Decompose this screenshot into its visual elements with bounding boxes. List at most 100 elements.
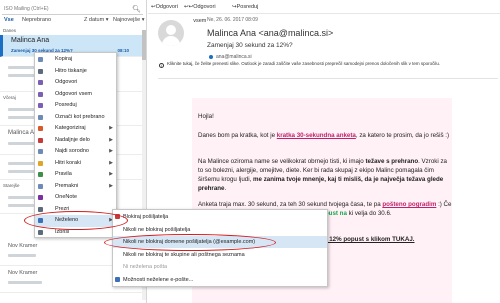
find-icon	[38, 149, 43, 154]
context-menu-item-label: Najdi sorodno	[55, 148, 89, 154]
junk-submenu-item-label: Ni neželena pošta	[123, 264, 168, 270]
context-menu-item-label: Pravila	[55, 171, 72, 177]
filter-unread[interactable]: Neprebrano	[22, 15, 51, 26]
search-icon[interactable]: 🔍︎	[132, 4, 141, 15]
context-menu-item[interactable]: Kopiraj	[35, 54, 116, 66]
context-menu-item-label: Hitri koraki	[55, 159, 81, 166]
junk-submenu-item[interactable]: Nikoli ne blokiraj domene pošiljatelja (…	[113, 236, 327, 248]
info-icon: i	[159, 63, 164, 68]
context-menu-item[interactable]: OneNote	[35, 192, 116, 204]
junk-submenu: Blokiraj pošiljatelja Nikoli ne blokiraj …	[112, 209, 328, 287]
submenu-arrow-icon: ▶	[109, 148, 113, 154]
context-menu-item-label: Neželeno	[55, 217, 79, 223]
message-placeholder-line	[8, 204, 34, 207]
reply-all-icon	[38, 91, 43, 97]
message-placeholder-line	[8, 281, 42, 284]
body-greeting: Hojla!	[198, 113, 214, 120]
reward-link[interactable]: pošteno pogradim	[382, 201, 436, 208]
context-menu-item[interactable]: Označi kot prebrano	[35, 112, 116, 124]
message-from[interactable]: Malinca Ana <ana@malinca.si>	[207, 28, 333, 38]
context-menu-item[interactable]: Hitri koraki ▶	[35, 158, 116, 170]
context-menu-item-label: Nadaljnje delo	[55, 136, 90, 143]
header-divider	[158, 78, 498, 79]
group-header-yesterday: Včeraj	[3, 95, 16, 100]
context-menu-item-label: Kategoriziraj	[55, 125, 86, 131]
context-menu-item[interactable]: Najdi sorodno ▶	[35, 146, 116, 158]
context-menu-item-label: Odgovori	[55, 79, 78, 85]
block-sender-icon	[115, 214, 120, 219]
reply-button[interactable]: ↩ Odgovori	[151, 0, 178, 14]
context-menu-item[interactable]: Pravila ▶	[35, 169, 116, 181]
junk-submenu-item[interactable]: Nikoli ne blokiraj pošiljatelja	[113, 224, 327, 236]
context-menu-item[interactable]: Nadaljnje delo ▶	[35, 135, 116, 147]
junk-options-icon	[115, 276, 120, 282]
junk-submenu-item-label: Možnosti neželene e-pošte...	[123, 276, 194, 283]
flag-icon	[38, 137, 43, 143]
group-header-today: Danes	[3, 28, 17, 33]
discount-link[interactable]: bi 12% popust s klikom TUKAJ.	[322, 235, 452, 244]
context-menu-item[interactable]: Posreduj	[35, 100, 116, 112]
message-subject-header: Zamenjaj 30 sekund za 12%?	[207, 42, 293, 49]
submenu-arrow-icon: ▶	[109, 171, 113, 177]
message-to[interactable]: ana@malinca.si	[216, 54, 252, 60]
delete-icon	[38, 229, 43, 235]
context-menu-item[interactable]: Premakni ▶	[35, 181, 116, 193]
context-menu-item-label: Premakni	[55, 182, 79, 189]
submenu-arrow-icon: ▶	[109, 136, 113, 143]
context-menu-item[interactable]: Izbriši	[35, 227, 116, 239]
download-images-infobar[interactable]: i Kliknite tukaj, če želite prenesti sli…	[158, 61, 498, 74]
context-menu-item-label: Kopiraj	[55, 56, 73, 62]
print-icon	[38, 68, 43, 74]
junk-submenu-item[interactable]: Blokiraj pošiljatelja	[113, 211, 327, 223]
context-menu-item-label: Odgovori vsem	[55, 90, 92, 97]
search-placeholder: ISO Mailing (Ctrl+E)	[4, 6, 49, 12]
submenu-arrow-icon: ▶	[109, 125, 113, 131]
submenu-arrow-icon: ▶	[109, 182, 113, 189]
move-icon	[38, 183, 43, 189]
filter-all[interactable]: Vse	[4, 15, 14, 26]
context-menu-item[interactable]: Kategoriziraj ▶	[35, 123, 116, 135]
mark-read-icon	[38, 114, 43, 120]
reply-all-button[interactable]: ↩↩ Odgovori vsem	[184, 0, 216, 24]
submenu-arrow-icon: ▶	[109, 159, 113, 166]
message-placeholder-line	[8, 116, 36, 119]
junk-submenu-item: Ni neželena pošta	[113, 261, 327, 273]
context-menu-item[interactable]: Odgovori vsem	[35, 89, 116, 101]
sort-order[interactable]: Najnovejše ▾	[113, 15, 145, 26]
body-paragraph-2: Na Malince oziroma name se velikokrat ob…	[198, 158, 447, 192]
recipient-icon	[209, 55, 213, 59]
ignore-icon	[38, 206, 43, 212]
context-menu-item[interactable]: Odgovori	[35, 77, 116, 89]
quick-steps-icon	[38, 160, 43, 166]
rules-icon	[38, 172, 43, 177]
junk-submenu-item[interactable]: Nikoli ne blokiraj te skupine ali poštne…	[113, 249, 327, 261]
forward-icon	[38, 103, 43, 108]
context-menu-item-label: OneNote	[55, 194, 78, 200]
context-menu-item-label: Hitro tiskanje	[55, 67, 87, 74]
message-sender: Nov Kramer	[8, 243, 38, 249]
onenote-icon	[38, 195, 43, 200]
group-header-older: Starejše	[3, 183, 20, 188]
copy-icon	[38, 57, 43, 62]
reading-toolbar: ↩ Odgovori ↩↩ Odgovori vsem ↪ Posreduj	[148, 0, 500, 24]
category-icon	[38, 126, 43, 131]
sort-by-date[interactable]: Z datum ▾	[84, 15, 108, 26]
message-sender: Malinca Ana	[11, 37, 50, 44]
forward-button[interactable]: ↪ Posreduj	[232, 0, 258, 14]
junk-submenu-item[interactable]: Možnosti neželene e-pošte...	[113, 274, 327, 286]
survey-link[interactable]: kratka 30-sekundna anketa	[277, 132, 356, 139]
context-menu-item-label: Prezri	[55, 205, 70, 212]
search-input[interactable]: ISO Mailing (Ctrl+E) 🔍︎	[2, 4, 143, 15]
context-menu-item[interactable]: Hitro tiskanje	[35, 66, 116, 78]
sender-avatar	[158, 20, 184, 46]
message-sender: Nov Kramer	[8, 270, 38, 276]
context-menu-item[interactable]: Prezri	[35, 204, 116, 216]
message-date: Ne, 26. 06. 2017 08:09	[207, 17, 258, 23]
context-menu: Kopiraj Hitro tiskanje Odgovori Odgovori vs…	[34, 52, 117, 238]
filter-bar: Vse Neprebrano Z datum ▾ Najnovejše ▾	[0, 15, 146, 26]
scrollbar-thumb[interactable]	[142, 30, 146, 60]
context-menu-item-label: Označi kot prebrano	[55, 113, 105, 120]
context-menu-item-label: Posreduj	[55, 102, 77, 108]
context-menu-item-label: Izbriši	[55, 228, 70, 235]
context-menu-item[interactable]: Neželeno▶	[35, 215, 116, 227]
